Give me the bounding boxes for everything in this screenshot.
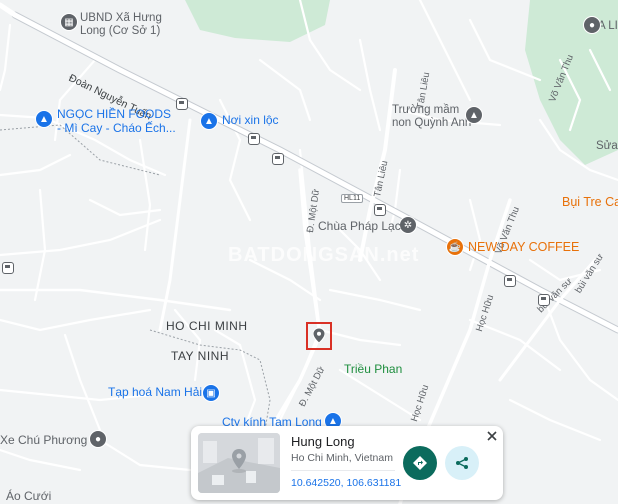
restaurant-pin-icon[interactable]: ▲ (35, 110, 53, 128)
label-new-day-coffee[interactable]: NEW DAY COFFEE (468, 240, 579, 254)
bus-stop-icon[interactable] (374, 204, 386, 216)
label-sua[interactable]: Sửa (596, 140, 618, 153)
directions-icon (413, 456, 427, 470)
government-pin-icon[interactable]: ▦ (60, 13, 78, 31)
label-a-li[interactable]: A LI (598, 20, 618, 33)
label-xe-chu-phuong[interactable]: Xe Chú Phương (0, 433, 87, 448)
poi-pin-icon[interactable]: ● (583, 16, 601, 34)
bus-stop-icon[interactable] (176, 98, 188, 110)
temple-pin-icon[interactable]: ✲ (399, 216, 417, 234)
bus-stop-icon[interactable] (504, 275, 516, 287)
school-pin-icon[interactable]: ▲ (465, 106, 483, 124)
label-tap-hoa[interactable]: Tạp hoá Nam Hải (108, 385, 202, 400)
label-ngoc-hien[interactable]: NGỌC HIỀN FOODS - Mì Cay - Cháo Ếch... (57, 107, 176, 136)
watermark: BATDONGSAN.net (228, 244, 420, 266)
label-bui-tre-cafe[interactable]: Bụi Tre Cafe (562, 195, 618, 209)
share-button[interactable] (445, 446, 479, 480)
share-icon (456, 457, 468, 469)
bus-stop-icon[interactable] (248, 133, 260, 145)
place-name: Hung Long (291, 434, 355, 449)
bus-stop-icon[interactable] (2, 262, 14, 274)
close-icon (487, 431, 497, 441)
region-tay-ninh: TAY NINH (171, 349, 230, 363)
bus-stop-icon[interactable] (538, 294, 550, 306)
place-coordinates[interactable]: 10.642520, 106.631181 (291, 477, 401, 489)
directions-button[interactable] (403, 446, 437, 480)
label-noi-xin-loc[interactable]: Nơi xin lộc (222, 113, 279, 128)
region-ho-chi-minh: HO CHI MINH (166, 319, 248, 333)
location-pin-icon[interactable] (313, 328, 325, 343)
card-divider (291, 470, 395, 471)
label-truong-mam-non[interactable]: Trường mầm non Quỳnh Anh (392, 104, 471, 130)
place-address: Ho Chi Minh, Vietnam (291, 452, 393, 464)
bus-stop-icon[interactable] (272, 153, 284, 165)
close-button[interactable] (484, 428, 500, 444)
route-shield-hl11: HL11 (341, 194, 364, 203)
label-trieu-phan[interactable]: Triều Phan (344, 362, 402, 377)
label-ao-cuoi[interactable]: Áo Cưới (6, 489, 51, 504)
service-pin-icon[interactable]: ● (89, 430, 107, 448)
shop-pin-icon[interactable]: ▲ (200, 112, 218, 130)
cafe-pin-icon[interactable]: ☕ (446, 238, 464, 256)
store-pin-icon[interactable]: ▣ (202, 384, 220, 402)
place-info-card[interactable]: Hung Long Ho Chi Minh, Vietnam 10.642520… (191, 426, 503, 500)
label-chua-phap-lac[interactable]: Chùa Pháp Lạc (318, 219, 401, 234)
label-ubnd[interactable]: UBND Xã Hưng Long (Cơ Sở 1) (80, 12, 162, 38)
place-thumbnail[interactable] (198, 433, 280, 493)
